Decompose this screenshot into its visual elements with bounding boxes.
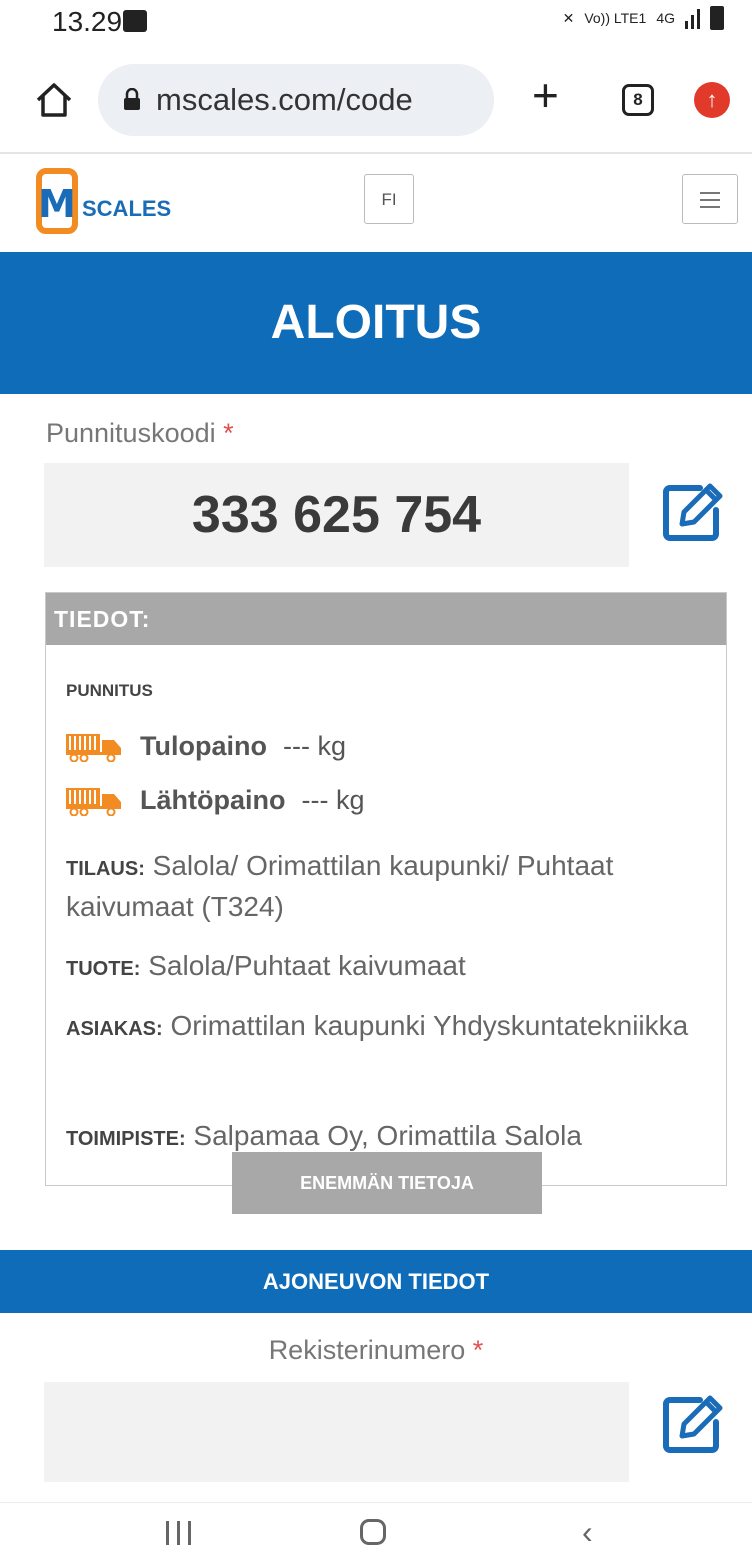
- network-label: Vo)) LTE1: [584, 10, 647, 26]
- edit-icon[interactable]: [660, 480, 724, 544]
- details-card: TIEDOT: PUNNITUS Tulopaino --- kg Lähtöp…: [45, 592, 727, 1186]
- registration-field[interactable]: [44, 1382, 629, 1482]
- more-info-button[interactable]: ENEMMÄN TIETOJA: [232, 1152, 542, 1214]
- plus-icon[interactable]: +: [532, 72, 559, 118]
- logo-m: M: [38, 182, 76, 226]
- info-order: TILAUS: Salola/ Orimattilan kaupunki/ Pu…: [66, 847, 726, 926]
- weight-name: Lähtöpaino: [140, 785, 286, 815]
- info-key: TILAUS:: [66, 858, 145, 880]
- page-title: ALOITUS: [0, 252, 752, 394]
- code-label-text: Punnituskoodi: [46, 418, 216, 448]
- lock-icon: [124, 88, 140, 110]
- code-label: Punnituskoodi *: [46, 418, 234, 449]
- code-value: 333 625 754: [44, 463, 629, 567]
- required-mark: *: [472, 1335, 484, 1365]
- language-button[interactable]: FI: [364, 174, 414, 224]
- browser-toolbar: mscales.com/code + 8 ↑: [0, 52, 752, 152]
- status-bar: 13.29 ✕ Vo)) LTE1 4G: [0, 0, 752, 50]
- weighing-subheading: PUNNITUS: [66, 681, 153, 700]
- mute-icon: ✕: [562, 9, 575, 26]
- info-value: Orimattilan kaupunki Yhdyskuntatekniikka: [170, 1010, 689, 1041]
- gallery-notification-icon: [123, 10, 147, 32]
- info-key: ASIAKAS:: [66, 1018, 163, 1040]
- divider: [0, 152, 752, 154]
- details-heading: TIEDOT:: [46, 593, 726, 645]
- edit-icon[interactable]: [660, 1392, 724, 1456]
- truck-icon: [66, 733, 121, 762]
- status-time: 13.29: [52, 6, 123, 37]
- info-value: Salpamaa Oy, Orimattila Salola: [193, 1120, 582, 1151]
- info-product: TUOTE: Salola/Puhtaat kaivumaat: [66, 947, 726, 988]
- back-icon[interactable]: ‹: [582, 1516, 593, 1548]
- recent-apps-icon[interactable]: [166, 1521, 191, 1545]
- home-icon[interactable]: [34, 80, 74, 120]
- weight-value: --- kg: [282, 731, 346, 761]
- tabs-icon[interactable]: 8: [622, 84, 654, 116]
- weight-row-in: Tulopaino --- kg: [66, 731, 346, 762]
- network-type: 4G: [656, 10, 675, 26]
- address-bar[interactable]: mscales.com/code: [98, 64, 494, 136]
- system-home-icon[interactable]: [360, 1519, 386, 1545]
- registration-label-text: Rekisterinumero: [268, 1335, 466, 1365]
- weight-row-out: Lähtöpaino --- kg: [66, 785, 364, 816]
- info-key: TOIMIPISTE:: [66, 1128, 186, 1150]
- signal-icon: [685, 7, 700, 29]
- url-text: mscales.com/code: [156, 82, 413, 117]
- system-navigation-bar: ‹: [0, 1502, 752, 1559]
- info-value: Salola/Puhtaat kaivumaat: [148, 950, 466, 981]
- menu-button[interactable]: [682, 174, 738, 224]
- mscales-logo[interactable]: M SCALES: [36, 168, 172, 236]
- weight-value: --- kg: [301, 785, 365, 815]
- required-mark: *: [223, 418, 234, 448]
- logo-text: SCALES: [82, 196, 172, 221]
- registration-label: Rekisterinumero *: [0, 1335, 752, 1366]
- update-icon[interactable]: ↑: [694, 82, 730, 118]
- vehicle-section-title: AJONEUVON TIEDOT: [0, 1250, 752, 1313]
- info-key: TUOTE:: [66, 958, 141, 980]
- info-customer: ASIAKAS: Orimattilan kaupunki Yhdyskunta…: [66, 1007, 726, 1048]
- info-value: Salola/ Orimattilan kaupunki/ Puhtaat ka…: [66, 850, 614, 922]
- status-indicators: ✕ Vo)) LTE1 4G: [563, 6, 724, 30]
- weight-name: Tulopaino: [140, 731, 267, 761]
- battery-icon: [710, 6, 724, 30]
- truck-icon: [66, 787, 121, 816]
